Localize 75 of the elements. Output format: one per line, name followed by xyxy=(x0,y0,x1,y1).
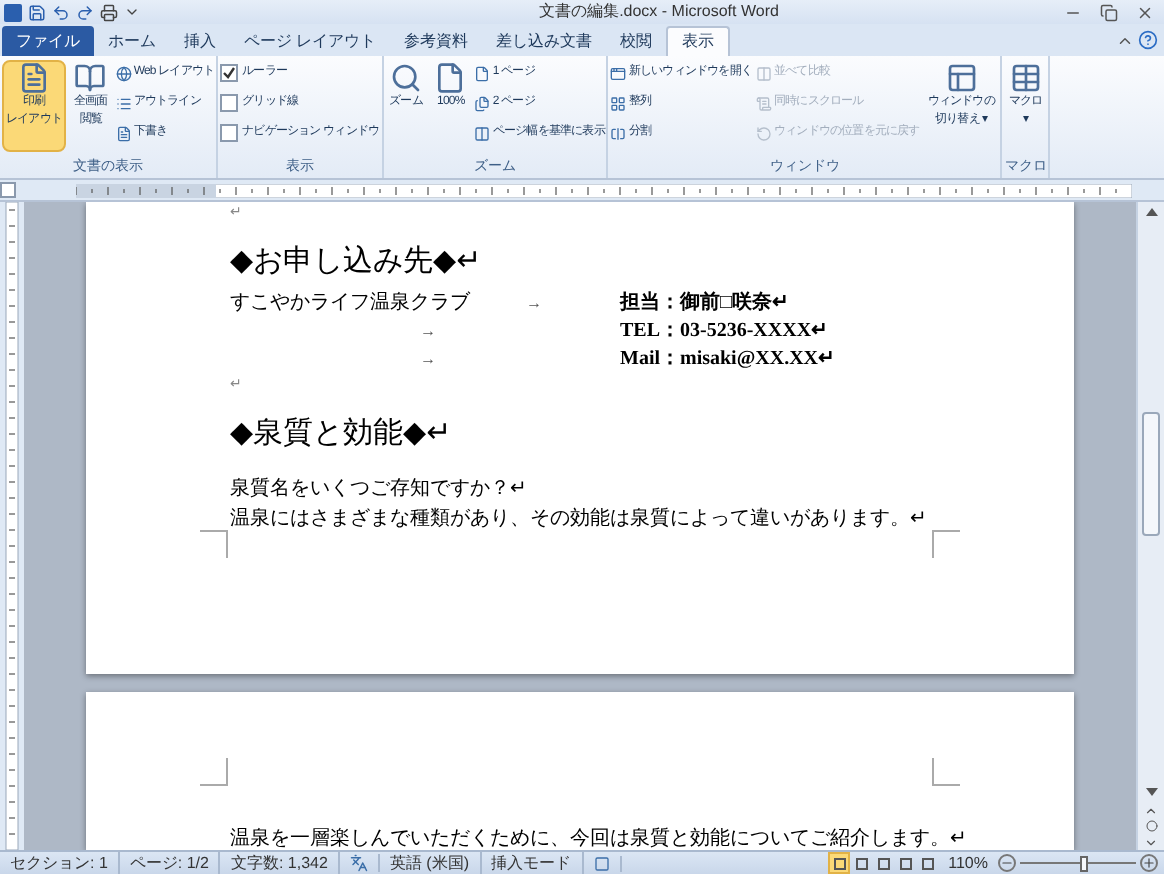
view-icon xyxy=(945,62,978,94)
command-icon xyxy=(610,65,627,81)
command-icon xyxy=(474,95,491,111)
ribbon-tab[interactable]: 差し込み文書 xyxy=(482,26,607,56)
command-icon xyxy=(474,125,491,141)
zoom-percent[interactable]: 110% xyxy=(938,851,998,874)
paragraph: 泉質名をいくつご存知ですか？↵ xyxy=(230,478,526,500)
command-icon xyxy=(610,125,627,141)
checkbox[interactable] xyxy=(220,124,239,142)
collapse-ribbon-icon[interactable] xyxy=(1116,32,1134,50)
browse-object-icon[interactable] xyxy=(1145,820,1157,832)
ribbon-tab[interactable]: 表示 xyxy=(666,26,731,56)
print-preview-icon[interactable] xyxy=(100,3,118,21)
status-item[interactable]: ページ: 1/2 xyxy=(119,851,221,874)
paragraph: 温泉を一層楽しんでいただくために、今回は泉質と効能についてご紹介します。↵ xyxy=(230,828,966,850)
status-item[interactable]: セクション: 1 xyxy=(0,851,120,874)
ribbon-tab[interactable]: ページ レイアウト xyxy=(230,26,391,56)
club-name: すこやかライフ温泉クラブ xyxy=(230,292,470,314)
scroll-thumb[interactable] xyxy=(1142,412,1160,536)
undo-icon[interactable] xyxy=(52,3,70,21)
view-icon xyxy=(390,62,422,94)
command-icon xyxy=(115,125,132,141)
tab-mark: → xyxy=(420,350,436,368)
view-button[interactable] xyxy=(828,852,851,874)
contact-text: TEL：03-5236-XXXX↵ xyxy=(620,318,828,346)
proofing-icon[interactable] xyxy=(349,854,368,872)
crop-mark xyxy=(932,530,960,558)
status-item[interactable]: 英語 (米国) xyxy=(379,851,482,874)
view-button[interactable] xyxy=(850,852,873,874)
view-button[interactable] xyxy=(894,852,917,874)
ribbon-tab[interactable]: ファイル xyxy=(2,26,94,56)
zoom-out-icon[interactable] xyxy=(998,854,1016,872)
view-button[interactable] xyxy=(872,852,895,874)
tab-mark: → xyxy=(526,294,542,312)
view-icon xyxy=(74,62,107,94)
ribbon-tab[interactable]: 挿入 xyxy=(170,26,230,56)
tab-selector-icon[interactable] xyxy=(0,182,16,198)
view-icon xyxy=(434,62,467,94)
crop-mark xyxy=(932,758,960,786)
zoom-slider[interactable] xyxy=(1020,854,1136,872)
command-icon xyxy=(756,125,773,141)
zoom-slider-thumb[interactable] xyxy=(1079,855,1088,871)
contact-text: Mail：misaki@XX.XX↵ xyxy=(620,346,835,374)
redo-icon[interactable] xyxy=(76,3,94,21)
heading: ◆お申し込み先◆↵ xyxy=(230,242,482,278)
crop-mark xyxy=(200,758,228,786)
command-icon xyxy=(756,65,773,81)
view-icon xyxy=(1009,62,1042,94)
command-icon xyxy=(115,95,132,111)
close-icon[interactable] xyxy=(1136,3,1154,21)
restore-icon[interactable] xyxy=(1100,3,1118,21)
zoom-in-icon[interactable] xyxy=(1140,854,1158,872)
contact-text: 担当：御前□咲奈↵ xyxy=(620,290,789,318)
ribbon-tab[interactable]: 校閲 xyxy=(606,26,667,56)
paragraph: 温泉にはさまざまな種類があり、その効能は泉質によって違いがあります。↵ xyxy=(230,508,926,530)
customize-icon[interactable] xyxy=(124,4,140,20)
checkbox[interactable] xyxy=(220,94,239,112)
command-icon xyxy=(474,65,491,81)
command-icon xyxy=(756,95,773,111)
window-title: 文書の編集.docx - Microsoft Word xyxy=(537,0,779,24)
crop-mark xyxy=(200,530,228,558)
save-icon[interactable] xyxy=(28,3,46,21)
heading: ◆泉質と効能◆↵ xyxy=(230,414,452,450)
tab-mark: → xyxy=(420,322,436,340)
status-item[interactable]: 文字数: 1,342 xyxy=(220,851,340,874)
checkbox[interactable] xyxy=(220,64,239,82)
scrollbar[interactable] xyxy=(1136,202,1164,850)
ribbon-tab[interactable]: 参考資料 xyxy=(390,26,483,56)
ribbon-tab[interactable]: ホーム xyxy=(94,26,170,56)
view-button[interactable] xyxy=(916,852,939,874)
view-icon xyxy=(18,62,50,94)
status-item[interactable]: 挿入モード xyxy=(481,851,584,874)
help-icon[interactable] xyxy=(1138,30,1158,50)
command-icon xyxy=(610,95,627,111)
command-icon xyxy=(115,65,132,81)
